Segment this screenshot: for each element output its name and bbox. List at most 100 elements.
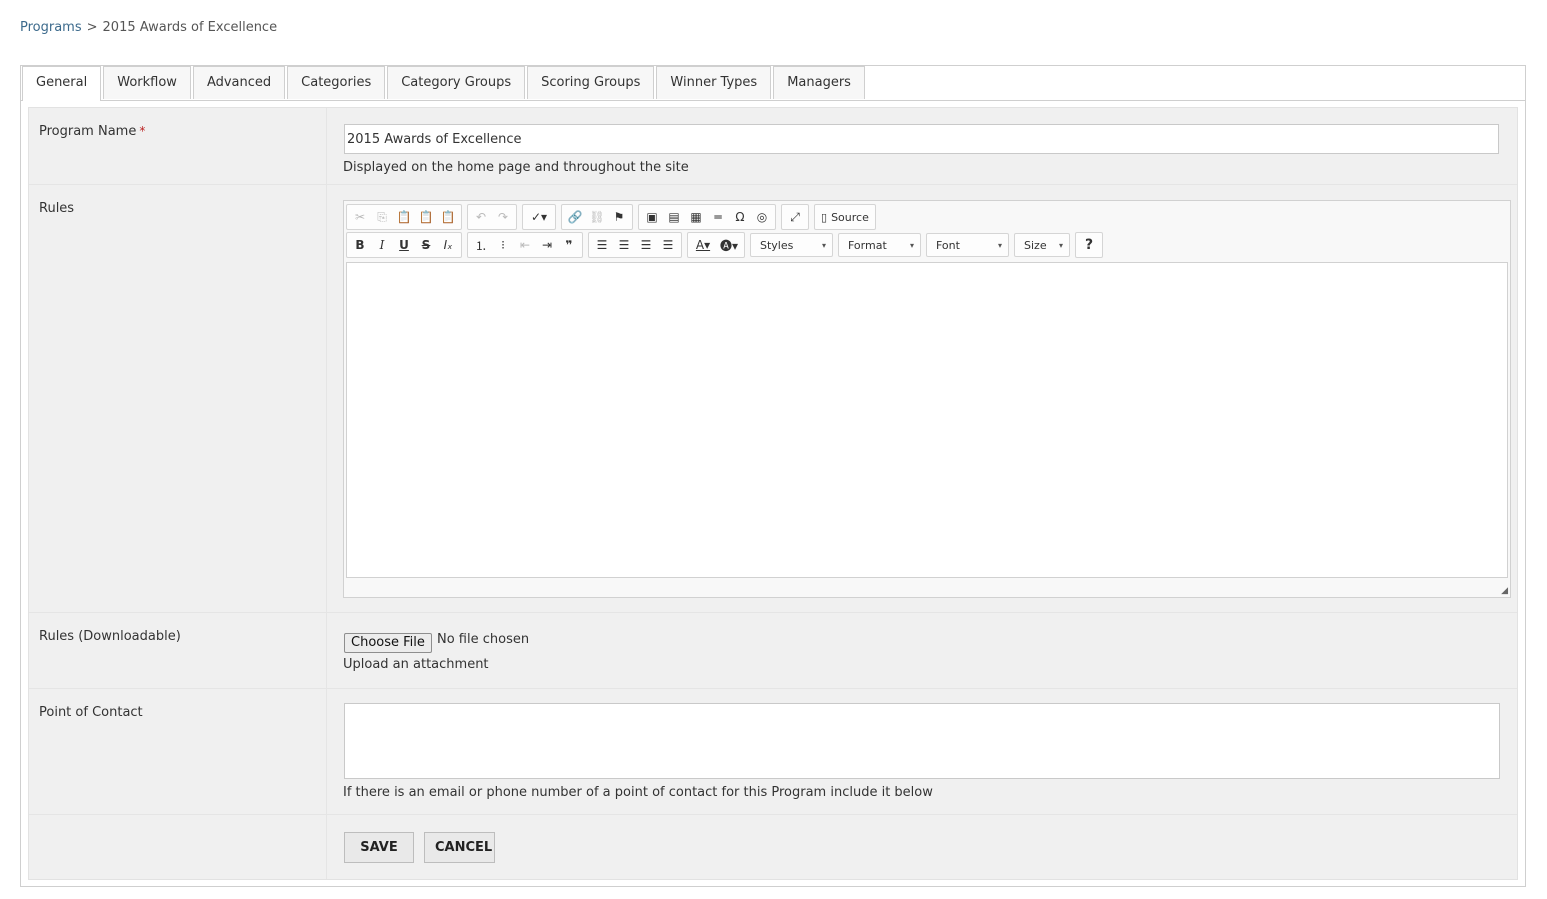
- breadcrumb-programs-link[interactable]: Programs: [20, 20, 82, 35]
- undo-group: ↶ ↷: [467, 204, 517, 230]
- align-center-icon[interactable]: ☰: [613, 234, 635, 256]
- save-button[interactable]: SAVE: [344, 832, 414, 863]
- color-group: A▾ 🅐▾: [687, 232, 745, 258]
- font-label: Font: [936, 238, 960, 252]
- tab-category-groups[interactable]: Category Groups: [387, 66, 526, 99]
- font-combo[interactable]: Font ▾: [926, 233, 1009, 257]
- actions-row: SAVE CANCEL: [29, 815, 1517, 879]
- choose-file-button[interactable]: Choose File: [344, 633, 432, 653]
- rules-downloadable-help: Upload an attachment: [343, 657, 489, 672]
- point-of-contact-label: Point of Contact: [39, 705, 143, 720]
- tab-winner-types[interactable]: Winner Types: [656, 66, 772, 99]
- rules-downloadable-row: Rules (Downloadable) Choose File No file…: [29, 613, 1517, 689]
- anchor-flag-icon[interactable]: ⚑: [608, 206, 630, 228]
- program-name-field-cell: Displayed on the home page and throughou…: [343, 108, 1507, 184]
- help-group: ?: [1075, 232, 1103, 258]
- program-name-help: Displayed on the home page and throughou…: [343, 160, 689, 175]
- outdent-icon[interactable]: ⇤: [514, 234, 536, 256]
- actions-label-cell: [29, 815, 327, 879]
- indent-icon[interactable]: ⇥: [536, 234, 558, 256]
- breadcrumb-separator: >: [86, 20, 98, 35]
- align-right-icon[interactable]: ☰: [635, 234, 657, 256]
- insert-group: ▣ ▤ ▦ ═ Ω ◎: [638, 204, 776, 230]
- rules-editor-content[interactable]: [346, 262, 1508, 578]
- point-of-contact-field-cell: If there is an email or phone number of …: [343, 689, 1507, 814]
- help-icon[interactable]: ?: [1078, 234, 1100, 256]
- special-char-icon[interactable]: Ω: [729, 206, 751, 228]
- paste-word-icon[interactable]: 📋: [437, 206, 459, 228]
- source-button[interactable]: ▯ Source: [817, 206, 873, 228]
- source-group: ▯ Source: [814, 204, 876, 230]
- spellcheck-group: ✓▾: [522, 204, 556, 230]
- cut-icon[interactable]: ✂: [349, 206, 371, 228]
- point-of-contact-help: If there is an email or phone number of …: [343, 785, 933, 800]
- rules-downloadable-field-cell: Choose File No file chosen Upload an att…: [343, 613, 1507, 688]
- spellcheck-icon[interactable]: ✓▾: [525, 206, 553, 228]
- point-of-contact-textarea[interactable]: [344, 703, 1500, 779]
- align-group: ☰ ☰ ☰ ☰: [588, 232, 682, 258]
- tab-categories[interactable]: Categories: [287, 66, 386, 99]
- redo-icon[interactable]: ↷: [492, 206, 514, 228]
- blockquote-icon[interactable]: ❞: [558, 234, 580, 256]
- link-icon[interactable]: 🔗: [564, 206, 586, 228]
- styles-label: Styles: [760, 238, 794, 252]
- format-combo[interactable]: Format ▾: [838, 233, 921, 257]
- italic-icon[interactable]: I: [371, 234, 393, 256]
- chevron-down-icon: ▾: [997, 240, 1002, 250]
- background-color-icon[interactable]: 🅐▾: [716, 234, 742, 256]
- source-label: Source: [831, 210, 869, 224]
- tab-workflow[interactable]: Workflow: [103, 66, 191, 99]
- program-name-label: Program Name: [39, 124, 137, 139]
- size-combo[interactable]: Size ▾: [1014, 233, 1070, 257]
- styles-combo[interactable]: Styles ▾: [750, 233, 833, 257]
- tab-bar: General Workflow Advanced Categories Cat…: [21, 66, 1525, 101]
- unlink-icon[interactable]: ⛓: [586, 206, 608, 228]
- iframe-globe-icon[interactable]: ◎: [751, 206, 773, 228]
- maximize-icon[interactable]: ⤢: [784, 206, 806, 228]
- actions-field-cell: SAVE CANCEL: [343, 815, 1507, 879]
- paste-icon[interactable]: 📋: [393, 206, 415, 228]
- source-doc-icon: ▯: [821, 210, 828, 224]
- size-label: Size: [1024, 238, 1047, 252]
- rules-downloadable-label-cell: Rules (Downloadable): [29, 613, 327, 688]
- flash-icon[interactable]: ▤: [663, 206, 685, 228]
- clipboard-group: ✂ ⎘ 📋 📋 📋: [346, 204, 462, 230]
- rules-row: Rules ✂ ⎘ 📋 📋 📋 ↶ ↷ ✓▾ 🔗 ⛓ ⚑ ▣ ▤ ▦ ═ Ω ◎…: [29, 185, 1517, 613]
- image-icon[interactable]: ▣: [641, 206, 663, 228]
- paste-text-icon[interactable]: 📋: [415, 206, 437, 228]
- remove-format-icon[interactable]: Iₓ: [437, 234, 459, 256]
- file-status-text: No file chosen: [437, 632, 530, 647]
- table-icon[interactable]: ▦: [685, 206, 707, 228]
- editor-toolbar-row-1: ✂ ⎘ 📋 📋 📋 ↶ ↷ ✓▾ 🔗 ⛓ ⚑ ▣ ▤ ▦ ═ Ω ◎ ⤢ ▯ S…: [346, 204, 881, 230]
- text-color-icon[interactable]: A▾: [690, 234, 716, 256]
- chevron-down-icon: ▾: [1058, 240, 1063, 250]
- copy-icon[interactable]: ⎘: [371, 206, 393, 228]
- rules-rich-text-editor: ✂ ⎘ 📋 📋 📋 ↶ ↷ ✓▾ 🔗 ⛓ ⚑ ▣ ▤ ▦ ═ Ω ◎ ⤢ ▯ S…: [343, 200, 1511, 598]
- program-settings-panel: General Workflow Advanced Categories Cat…: [20, 65, 1526, 887]
- align-left-icon[interactable]: ☰: [591, 234, 613, 256]
- numbered-list-icon[interactable]: ⒈: [470, 234, 492, 256]
- program-name-input[interactable]: [344, 124, 1499, 154]
- undo-icon[interactable]: ↶: [470, 206, 492, 228]
- tab-advanced[interactable]: Advanced: [192, 66, 286, 99]
- tab-managers[interactable]: Managers: [773, 66, 865, 99]
- tab-scoring-groups[interactable]: Scoring Groups: [527, 66, 655, 99]
- rules-field-cell: ✂ ⎘ 📋 📋 📋 ↶ ↷ ✓▾ 🔗 ⛓ ⚑ ▣ ▤ ▦ ═ Ω ◎ ⤢ ▯ S…: [343, 185, 1511, 612]
- editor-toolbar-row-2: B I U S Iₓ ⒈ ⁝ ⇤ ⇥ ❞ ☰ ☰ ☰ ☰ A▾ 🅐▾ Style…: [346, 232, 1108, 258]
- align-justify-icon[interactable]: ☰: [657, 234, 679, 256]
- program-name-row: Program Name* Displayed on the home page…: [29, 108, 1517, 185]
- cancel-button[interactable]: CANCEL: [424, 832, 495, 863]
- maximize-group: ⤢: [781, 204, 809, 230]
- chevron-down-icon: ▾: [821, 240, 826, 250]
- tab-general[interactable]: General: [22, 66, 102, 101]
- bulleted-list-icon[interactable]: ⁝: [492, 234, 514, 256]
- list-group: ⒈ ⁝ ⇤ ⇥ ❞: [467, 232, 583, 258]
- strike-icon[interactable]: S: [415, 234, 437, 256]
- resize-handle-icon[interactable]: ◢: [1501, 586, 1508, 596]
- horizontal-rule-icon[interactable]: ═: [707, 206, 729, 228]
- link-group: 🔗 ⛓ ⚑: [561, 204, 633, 230]
- rules-label-cell: Rules: [29, 185, 327, 612]
- underline-icon[interactable]: U: [393, 234, 415, 256]
- basic-style-group: B I U S Iₓ: [346, 232, 462, 258]
- bold-icon[interactable]: B: [349, 234, 371, 256]
